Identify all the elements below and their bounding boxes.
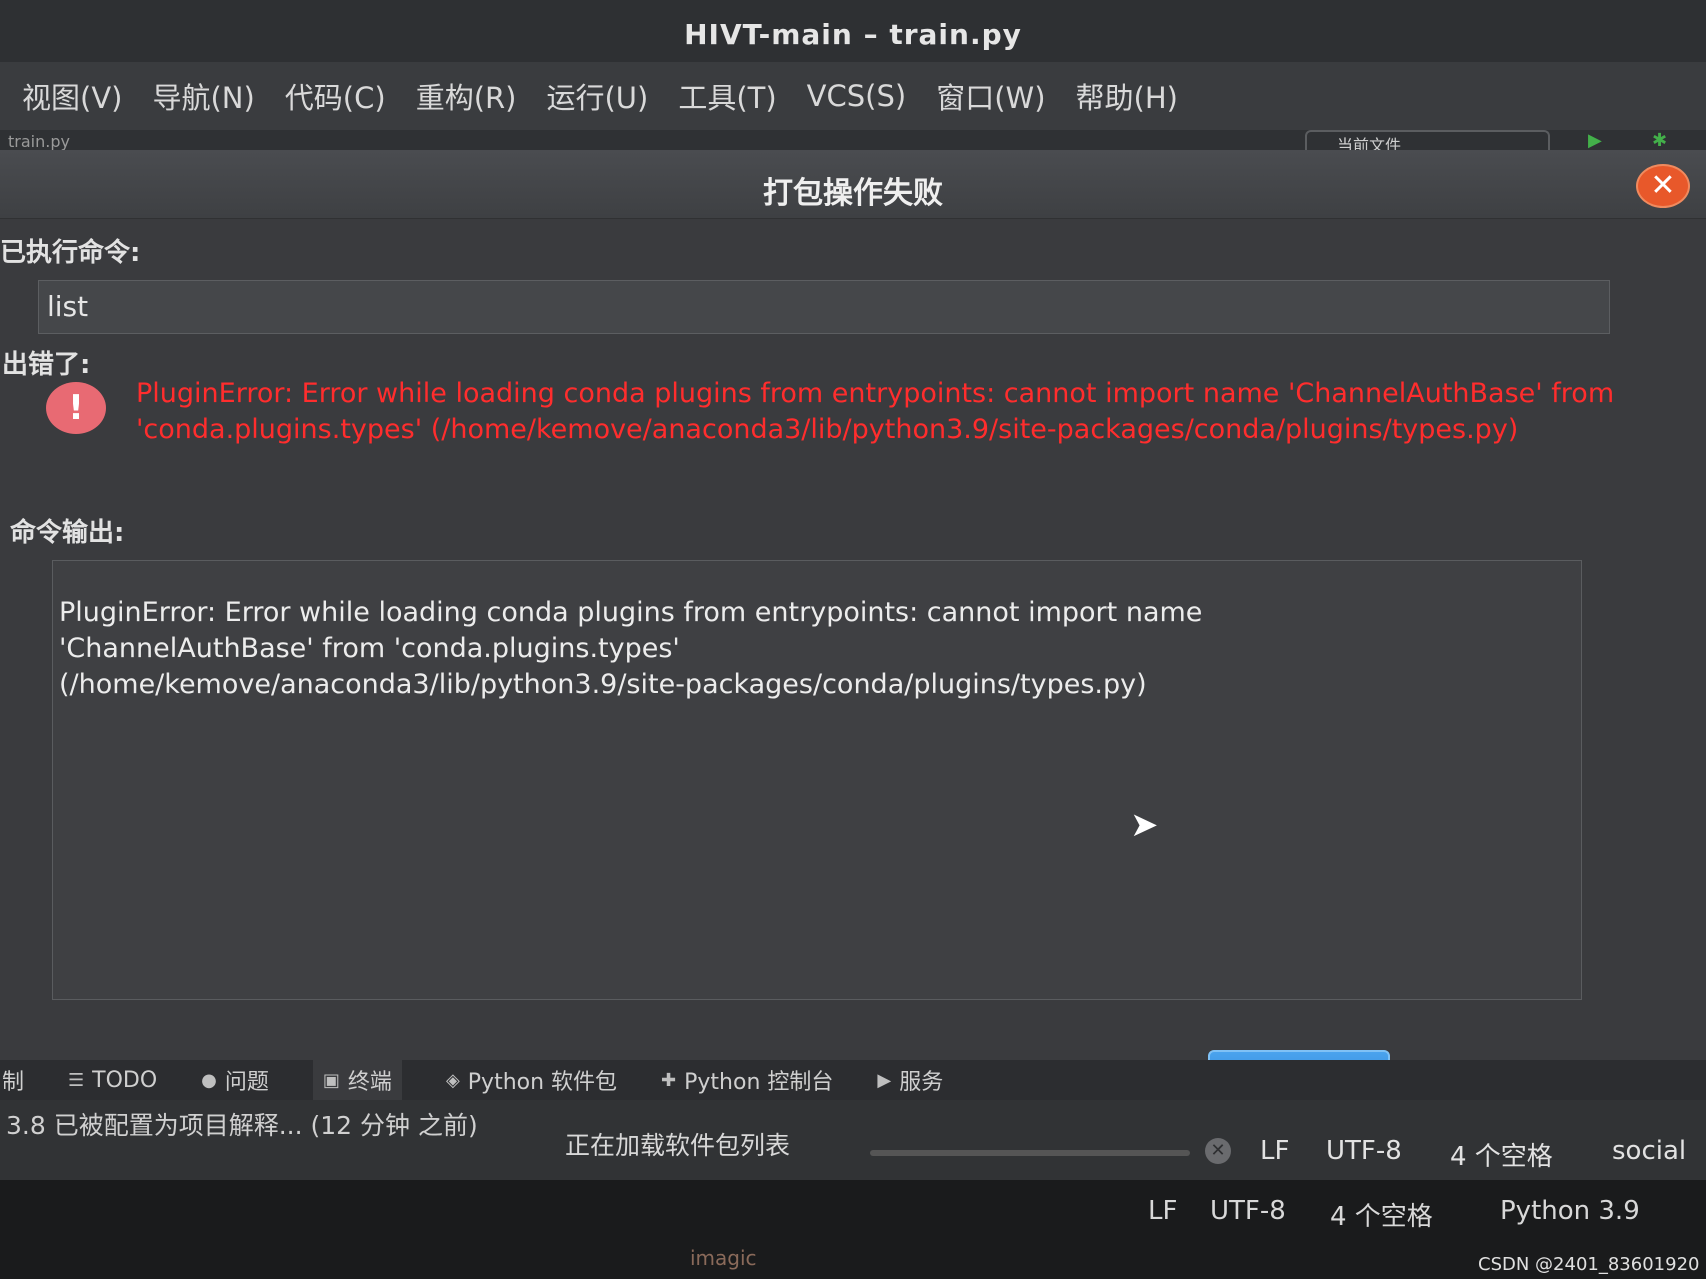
monitor-brand-logo: imagic — [690, 1246, 757, 1270]
error-icon: ! — [46, 382, 106, 434]
tool-window-label: Python 软件包 — [467, 1070, 618, 1095]
menu-code[interactable]: 代码(C) — [285, 75, 386, 117]
python-version-bg: Python 3.9 — [1500, 1196, 1640, 1226]
tool-window-label: 问题 — [224, 1070, 269, 1095]
indent-setting-bg: 4 个空格 — [1330, 1202, 1433, 1232]
watermark: CSDN @2401_83601920 — [1478, 1254, 1700, 1275]
command-output-area[interactable]: PluginError: Error while loading conda p… — [52, 560, 1582, 1000]
menu-refactor[interactable]: 重构(R) — [416, 75, 517, 117]
tool-window-python-console[interactable]: ✚ Python 控制台 — [661, 1064, 833, 1096]
menu-view[interactable]: 视图(V) — [22, 75, 122, 117]
cancel-loading-icon[interactable]: ✕ — [1205, 1138, 1231, 1164]
window-title: HIVT-main – train.py — [684, 18, 1022, 51]
tool-window-vcs[interactable]: 制 — [2, 1064, 24, 1096]
run-icon[interactable]: ▶ — [1588, 130, 1602, 151]
executed-command-label: 已执行命令: — [0, 238, 141, 268]
line-separator[interactable]: LF — [1260, 1136, 1289, 1166]
error-message: PluginError: Error while loading conda p… — [136, 378, 1615, 445]
run-config-select[interactable]: 当前文件 — [1305, 130, 1550, 155]
mouse-cursor-icon: ➤ — [1130, 805, 1159, 845]
tool-window-bar: 制 ☰ TODO ● 问题 ▣ 终端 ◈ Python 软件包 ✚ Python… — [0, 1060, 1706, 1100]
interpreter-selector[interactable]: social — [1612, 1136, 1686, 1166]
tool-window-label: 服务 — [899, 1070, 944, 1095]
executed-command-value: list — [47, 290, 89, 323]
menu-window[interactable]: 窗口(W) — [936, 75, 1045, 117]
interpreter-status[interactable]: 3.8 已被配置为项目解释... (12 分钟 之前) — [6, 1106, 478, 1142]
services-icon: ▶ — [877, 1069, 892, 1091]
tool-window-label: Python 控制台 — [684, 1070, 834, 1095]
status-bar: 3.8 已被配置为项目解释... (12 分钟 之前) 正在加载软件包列表 ✕ … — [0, 1100, 1706, 1180]
list-icon: ☰ — [68, 1069, 85, 1091]
tool-window-label: 制 — [2, 1070, 25, 1095]
tool-window-services[interactable]: ▶ 服务 — [877, 1064, 943, 1096]
dialog-title: 打包操作失败 — [763, 176, 943, 211]
editor-tab-strip: train.py 当前文件 ▶ ✱ — [0, 130, 1706, 155]
loading-status: 正在加载软件包列表 — [565, 1131, 791, 1160]
menu-tools[interactable]: 工具(T) — [678, 75, 776, 117]
debug-icon[interactable]: ✱ — [1652, 130, 1667, 151]
command-output-label: 命令输出: — [10, 518, 125, 548]
tool-window-label: TODO — [92, 1067, 158, 1093]
window-titlebar: HIVT-main – train.py — [0, 0, 1706, 62]
problems-icon: ● — [201, 1069, 217, 1091]
line-separator-bg: LF — [1148, 1196, 1178, 1226]
terminal-icon: ▣ — [322, 1069, 340, 1091]
tool-window-label: 终端 — [347, 1070, 392, 1095]
file-encoding[interactable]: UTF-8 — [1326, 1136, 1402, 1166]
tool-window-python-packages[interactable]: ◈ Python 软件包 — [446, 1064, 617, 1096]
close-icon[interactable]: ✕ — [1636, 164, 1690, 208]
error-label: 出错了: — [2, 350, 91, 380]
tool-window-problems[interactable]: ● 问题 — [201, 1064, 269, 1096]
menu-run[interactable]: 运行(U) — [546, 75, 648, 117]
output-line: 'ChannelAuthBase' from 'conda.plugins.ty… — [59, 633, 680, 664]
tool-window-todo[interactable]: ☰ TODO — [68, 1068, 157, 1093]
loading-progress-bar — [870, 1150, 1190, 1156]
menu-help[interactable]: 帮助(H) — [1076, 75, 1178, 117]
command-output-text: PluginError: Error while loading conda p… — [59, 595, 1559, 703]
packages-icon: ◈ — [445, 1069, 460, 1091]
menu-vcs[interactable]: VCS(S) — [807, 79, 907, 113]
tool-window-terminal[interactable]: ▣ 终端 — [312, 1060, 402, 1100]
output-line: (/home/kemove/anaconda3/lib/python3.9/si… — [59, 669, 1147, 700]
indent-setting[interactable]: 4 个空格 — [1450, 1136, 1553, 1173]
python-console-icon: ✚ — [661, 1069, 677, 1091]
menu-bar: 视图(V) 导航(N) 代码(C) 重构(R) 运行(U) 工具(T) VCS(… — [0, 62, 1706, 130]
file-encoding-bg: UTF-8 — [1210, 1196, 1286, 1226]
menu-navigate[interactable]: 导航(N) — [152, 75, 254, 117]
background-status-bar: LF UTF-8 4 个空格 Python 3.9 imagic CSDN @2… — [0, 1180, 1706, 1279]
dialog-titlebar: 打包操作失败 — [0, 150, 1706, 219]
executed-command-field[interactable]: list — [38, 280, 1610, 334]
output-line: PluginError: Error while loading conda p… — [59, 597, 1203, 628]
editor-tab-train[interactable]: train.py — [8, 132, 70, 151]
packaging-error-dialog: 打包操作失败 ✕ 已执行命令: list 出错了: ! PluginError:… — [0, 150, 1706, 1132]
